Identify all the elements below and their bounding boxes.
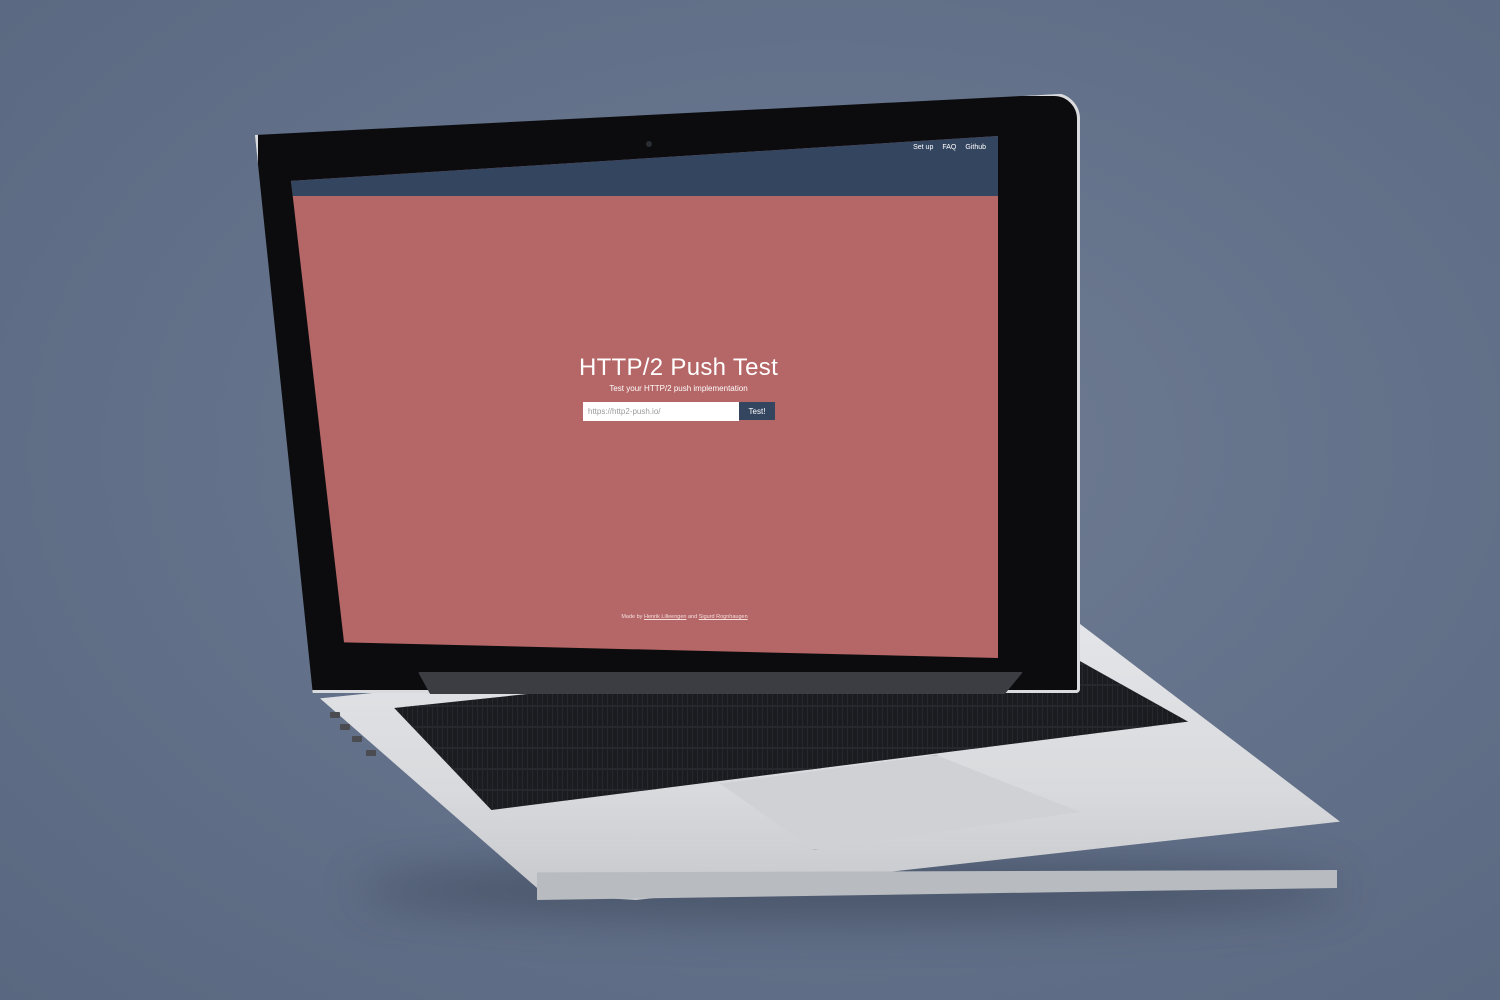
page-subtitle: Test your HTTP/2 push implementation — [609, 384, 748, 393]
nav-link-faq[interactable]: FAQ — [942, 144, 956, 151]
footer-prefix: Made by — [621, 614, 643, 620]
footer-joiner: and — [688, 614, 698, 620]
webcam-icon — [646, 141, 652, 147]
nav-links: Set up FAQ Github — [913, 144, 986, 151]
page-title: HTTP/2 Push Test — [578, 354, 779, 381]
side-ports — [330, 712, 390, 772]
url-input[interactable] — [583, 402, 739, 421]
laptop-hinge — [418, 672, 1023, 694]
hero: HTTP/2 Push Test Test your HTTP/2 push i… — [325, 354, 998, 393]
test-form: Test! — [583, 402, 775, 421]
footer-author-link-1[interactable]: Henrik Lilleengen — [644, 614, 687, 620]
browser-viewport: Set up FAQ Github HTTP/2 Push Test Test … — [291, 136, 998, 658]
test-button[interactable]: Test! — [739, 402, 775, 420]
footer: Made by Henrik Lilleengen and Sigurd Rog… — [331, 614, 998, 620]
footer-author-link-2[interactable]: Sigurd Rognhaugen — [699, 614, 748, 620]
photo-backdrop: Set up FAQ Github HTTP/2 Push Test Test … — [0, 0, 1500, 1000]
nav-link-set-up[interactable]: Set up — [913, 144, 933, 151]
nav-link-github[interactable]: Github — [965, 144, 986, 151]
